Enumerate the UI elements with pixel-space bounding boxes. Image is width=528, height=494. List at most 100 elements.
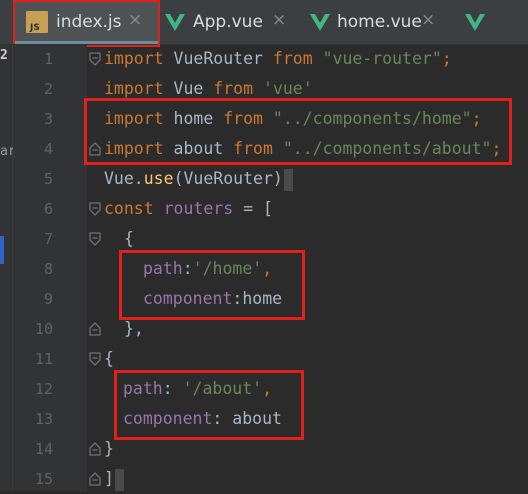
function-name: use (143, 169, 174, 188)
colon: : (232, 289, 243, 308)
strip-marker (0, 236, 4, 264)
code-line-7: { (124, 224, 134, 254)
identifier: routers (153, 199, 244, 218)
line-number: 3 (43, 110, 53, 128)
left-tool-strip: 2 ar (0, 44, 16, 491)
close-icon[interactable]: × (421, 10, 435, 30)
tab-label: index.js (56, 12, 122, 32)
tab-label: App.vue (193, 12, 263, 32)
editor-tab-bar: JS index.js × App.vue × home.vue × (0, 0, 528, 47)
close-icon[interactable]: × (128, 10, 142, 30)
fold-open-icon[interactable] (89, 202, 101, 216)
vue-file-icon (310, 14, 330, 31)
tab-home-vue[interactable]: home.vue × (305, 0, 440, 44)
line-number: 11 (34, 350, 53, 368)
fold-open-icon[interactable] (89, 52, 101, 66)
code-editor[interactable]: import VueRouter from "vue-router"; impo… (104, 44, 528, 491)
line-number-gutter: 1 2 3 4 5 6 7 8 9 10 11 12 13 14 15 (13, 44, 101, 491)
code-line-9: component:home (143, 284, 282, 314)
keyword: from (233, 139, 273, 158)
line-number: 5 (43, 170, 53, 188)
fold-close-icon[interactable] (89, 322, 101, 336)
line-number: 1 (43, 50, 53, 68)
code-line-13: component: about (123, 404, 282, 434)
js-icon-text: JS (30, 23, 40, 33)
colon: : (212, 409, 233, 428)
colon: : (182, 259, 193, 278)
punct: ; (491, 139, 502, 158)
line-number: 10 (34, 320, 53, 338)
punct: ; (471, 109, 482, 128)
tab-label: home.vue (337, 12, 422, 32)
punct: , (262, 259, 273, 278)
identifier: Vue. (104, 169, 144, 188)
code-line-2: import Vue from 'vue' (104, 74, 313, 104)
brace: { (124, 229, 134, 248)
line-number: 15 (34, 470, 53, 488)
code-line-11: { (104, 344, 114, 374)
tab-partial-vue[interactable] (460, 0, 528, 44)
fold-open-icon[interactable] (89, 232, 101, 246)
identifier: about (163, 139, 234, 158)
js-file-icon: JS (26, 11, 48, 33)
code-line-14: } (104, 434, 114, 464)
fold-close-icon[interactable] (89, 442, 101, 456)
fold-close-icon[interactable] (89, 472, 101, 486)
code-line-8: path:'/home', (143, 254, 272, 284)
identifier: Vue (163, 79, 214, 98)
string: "../components/home" (262, 109, 472, 128)
code-line-6: const routers = [ (104, 194, 273, 224)
keyword: import (104, 49, 164, 68)
line-number: 9 (43, 290, 53, 308)
line-number: 13 (34, 410, 53, 428)
colon: : (162, 379, 183, 398)
string: '/home' (192, 259, 263, 278)
keyword: from (213, 79, 254, 98)
property: path (123, 379, 163, 398)
line-number: 4 (43, 140, 53, 158)
brace: }, (124, 319, 144, 338)
code-line-1: import VueRouter from "vue-router"; (104, 44, 452, 74)
tab-index-js[interactable]: JS index.js × (13, 0, 158, 44)
keyword: import (104, 79, 164, 98)
identifier: home (163, 109, 224, 128)
property: path (143, 259, 183, 278)
keyword: from (272, 49, 313, 68)
vue-file-icon (465, 14, 485, 31)
string: 'vue' (253, 79, 313, 98)
code-line-15: ] (104, 464, 124, 494)
identifier: VueRouter (163, 49, 273, 68)
bracket-match-highlight (283, 168, 293, 191)
property: component (123, 409, 213, 428)
tab-app-vue[interactable]: App.vue × (160, 0, 295, 44)
punct: ; (441, 49, 452, 68)
string: "../components/about" (272, 139, 492, 158)
operator: = [ (243, 199, 273, 218)
strip-text-top: 2 (0, 48, 8, 63)
code-line-12: path: '/about', (123, 374, 272, 404)
arguments: (VueRouter) (173, 169, 283, 188)
property: component (143, 289, 233, 308)
code-line-5: Vue.use(VueRouter) (104, 164, 293, 194)
line-number: 7 (43, 230, 53, 248)
brace: } (104, 439, 114, 458)
keyword: const (104, 199, 154, 218)
keyword: from (223, 109, 263, 128)
line-number: 2 (43, 80, 53, 98)
close-icon[interactable]: × (272, 10, 286, 30)
line-number: 8 (43, 260, 53, 278)
keyword: import (104, 109, 164, 128)
bracket: ] (104, 469, 114, 488)
line-number: 12 (34, 380, 53, 398)
string: "vue-router" (312, 49, 442, 68)
string: '/about' (182, 379, 263, 398)
fold-close-icon[interactable] (89, 142, 101, 156)
fold-open-icon[interactable] (89, 352, 101, 366)
keyword: import (104, 139, 164, 158)
code-line-3: import home from "../components/home"; (104, 104, 482, 134)
punct: , (262, 379, 273, 398)
brace: { (104, 349, 114, 368)
code-line-4: import about from "../components/about"; (104, 134, 501, 164)
line-number: 14 (34, 440, 53, 458)
vue-file-icon (165, 14, 185, 31)
